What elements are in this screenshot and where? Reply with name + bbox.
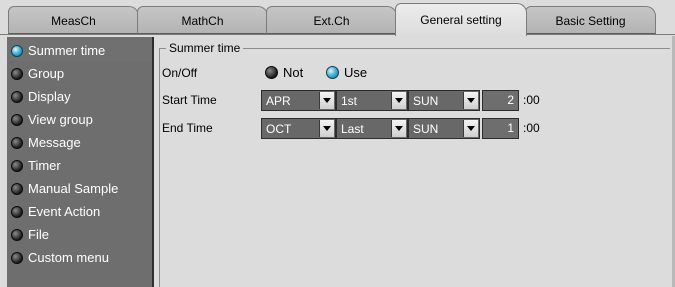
sidebar-item-view-group[interactable]: View group [7, 109, 152, 130]
select-value: 1st [341, 94, 358, 108]
end-day-select[interactable]: SUN [408, 118, 480, 139]
sidebar-item-label: File [28, 227, 49, 242]
end-time-label: End Time [162, 121, 213, 135]
select-value: SUN [413, 122, 439, 136]
summer-time-settings-window: MeasCh MathCh Ext.Ch General setting Bas… [0, 0, 675, 287]
chevron-down-icon [319, 92, 334, 109]
end-hour-input[interactable]: 1 [482, 118, 519, 139]
radio-not[interactable]: Not [265, 65, 303, 80]
indicator-icon [11, 113, 23, 126]
indicator-icon [11, 159, 23, 172]
tab-extch[interactable]: Ext.Ch [266, 6, 397, 34]
chevron-down-icon [319, 120, 334, 137]
sidebar-item-event-action[interactable]: Event Action [7, 201, 152, 222]
start-month-select[interactable]: APR [261, 90, 336, 111]
sidebar: Summer time Group Display View group Mes… [7, 37, 154, 287]
group-legend: Summer time [166, 41, 244, 55]
tab-measch[interactable]: MeasCh [8, 6, 139, 34]
indicator-icon [11, 90, 23, 103]
radio-use-label: Use [344, 65, 368, 80]
selected-indicator-icon [11, 44, 23, 57]
sidebar-item-label: Display [28, 89, 71, 104]
indicator-icon [11, 205, 23, 218]
sidebar-item-label: Message [28, 135, 81, 150]
indicator-icon [11, 67, 23, 80]
chevron-down-icon [463, 92, 478, 109]
start-hour-suffix: :00 [523, 93, 540, 107]
sidebar-item-label: Event Action [28, 204, 101, 219]
onoff-label: On/Off [162, 66, 198, 80]
sidebar-item-message[interactable]: Message [7, 132, 152, 153]
sidebar-item-label: Group [28, 66, 65, 81]
indicator-icon [11, 136, 23, 149]
radio-not-label: Not [283, 65, 304, 80]
end-week-select[interactable]: Last [336, 118, 408, 139]
sidebar-item-summer-time[interactable]: Summer time [7, 40, 152, 61]
start-time-label: Start Time [162, 93, 217, 107]
indicator-icon [11, 251, 23, 264]
start-week-select[interactable]: 1st [336, 90, 408, 111]
sidebar-item-display[interactable]: Display [7, 86, 152, 107]
start-day-select[interactable]: SUN [408, 90, 480, 111]
select-value: SUN [413, 94, 439, 108]
chevron-down-icon [391, 120, 406, 137]
indicator-icon [11, 228, 23, 241]
chevron-down-icon [391, 92, 406, 109]
radio-use[interactable]: Use [326, 65, 367, 80]
tab-basic-setting[interactable]: Basic Setting [525, 6, 656, 34]
settings-panel: Summer time On/Off Not Use Start Time AP… [154, 37, 675, 287]
sidebar-item-group[interactable]: Group [7, 63, 152, 84]
start-hour-input[interactable]: 2 [482, 90, 519, 111]
sidebar-item-label: Custom menu [28, 250, 109, 265]
radio-off-icon [265, 66, 278, 79]
tab-bar: MeasCh MathCh Ext.Ch General setting Bas… [0, 0, 675, 36]
sidebar-item-manual-sample[interactable]: Manual Sample [7, 178, 152, 199]
sidebar-item-custom-menu[interactable]: Custom menu [7, 247, 152, 268]
sidebar-item-label: View group [28, 112, 93, 127]
radio-on-icon [326, 66, 339, 79]
sidebar-item-file[interactable]: File [7, 224, 152, 245]
select-value: Last [341, 122, 364, 136]
tab-mathch[interactable]: MathCh [137, 6, 268, 34]
end-hour-suffix: :00 [523, 121, 540, 135]
indicator-icon [11, 182, 23, 195]
end-month-select[interactable]: OCT [261, 118, 336, 139]
sidebar-item-label: Timer [28, 158, 61, 173]
sidebar-item-timer[interactable]: Timer [7, 155, 152, 176]
sidebar-item-label: Manual Sample [28, 181, 119, 196]
sidebar-item-label: Summer time [28, 43, 106, 58]
select-value: OCT [266, 122, 292, 136]
chevron-down-icon [463, 120, 478, 137]
select-value: APR [266, 94, 291, 108]
tab-divider [0, 34, 675, 35]
summer-time-group [159, 48, 670, 287]
tab-general-setting[interactable]: General setting [395, 3, 527, 36]
